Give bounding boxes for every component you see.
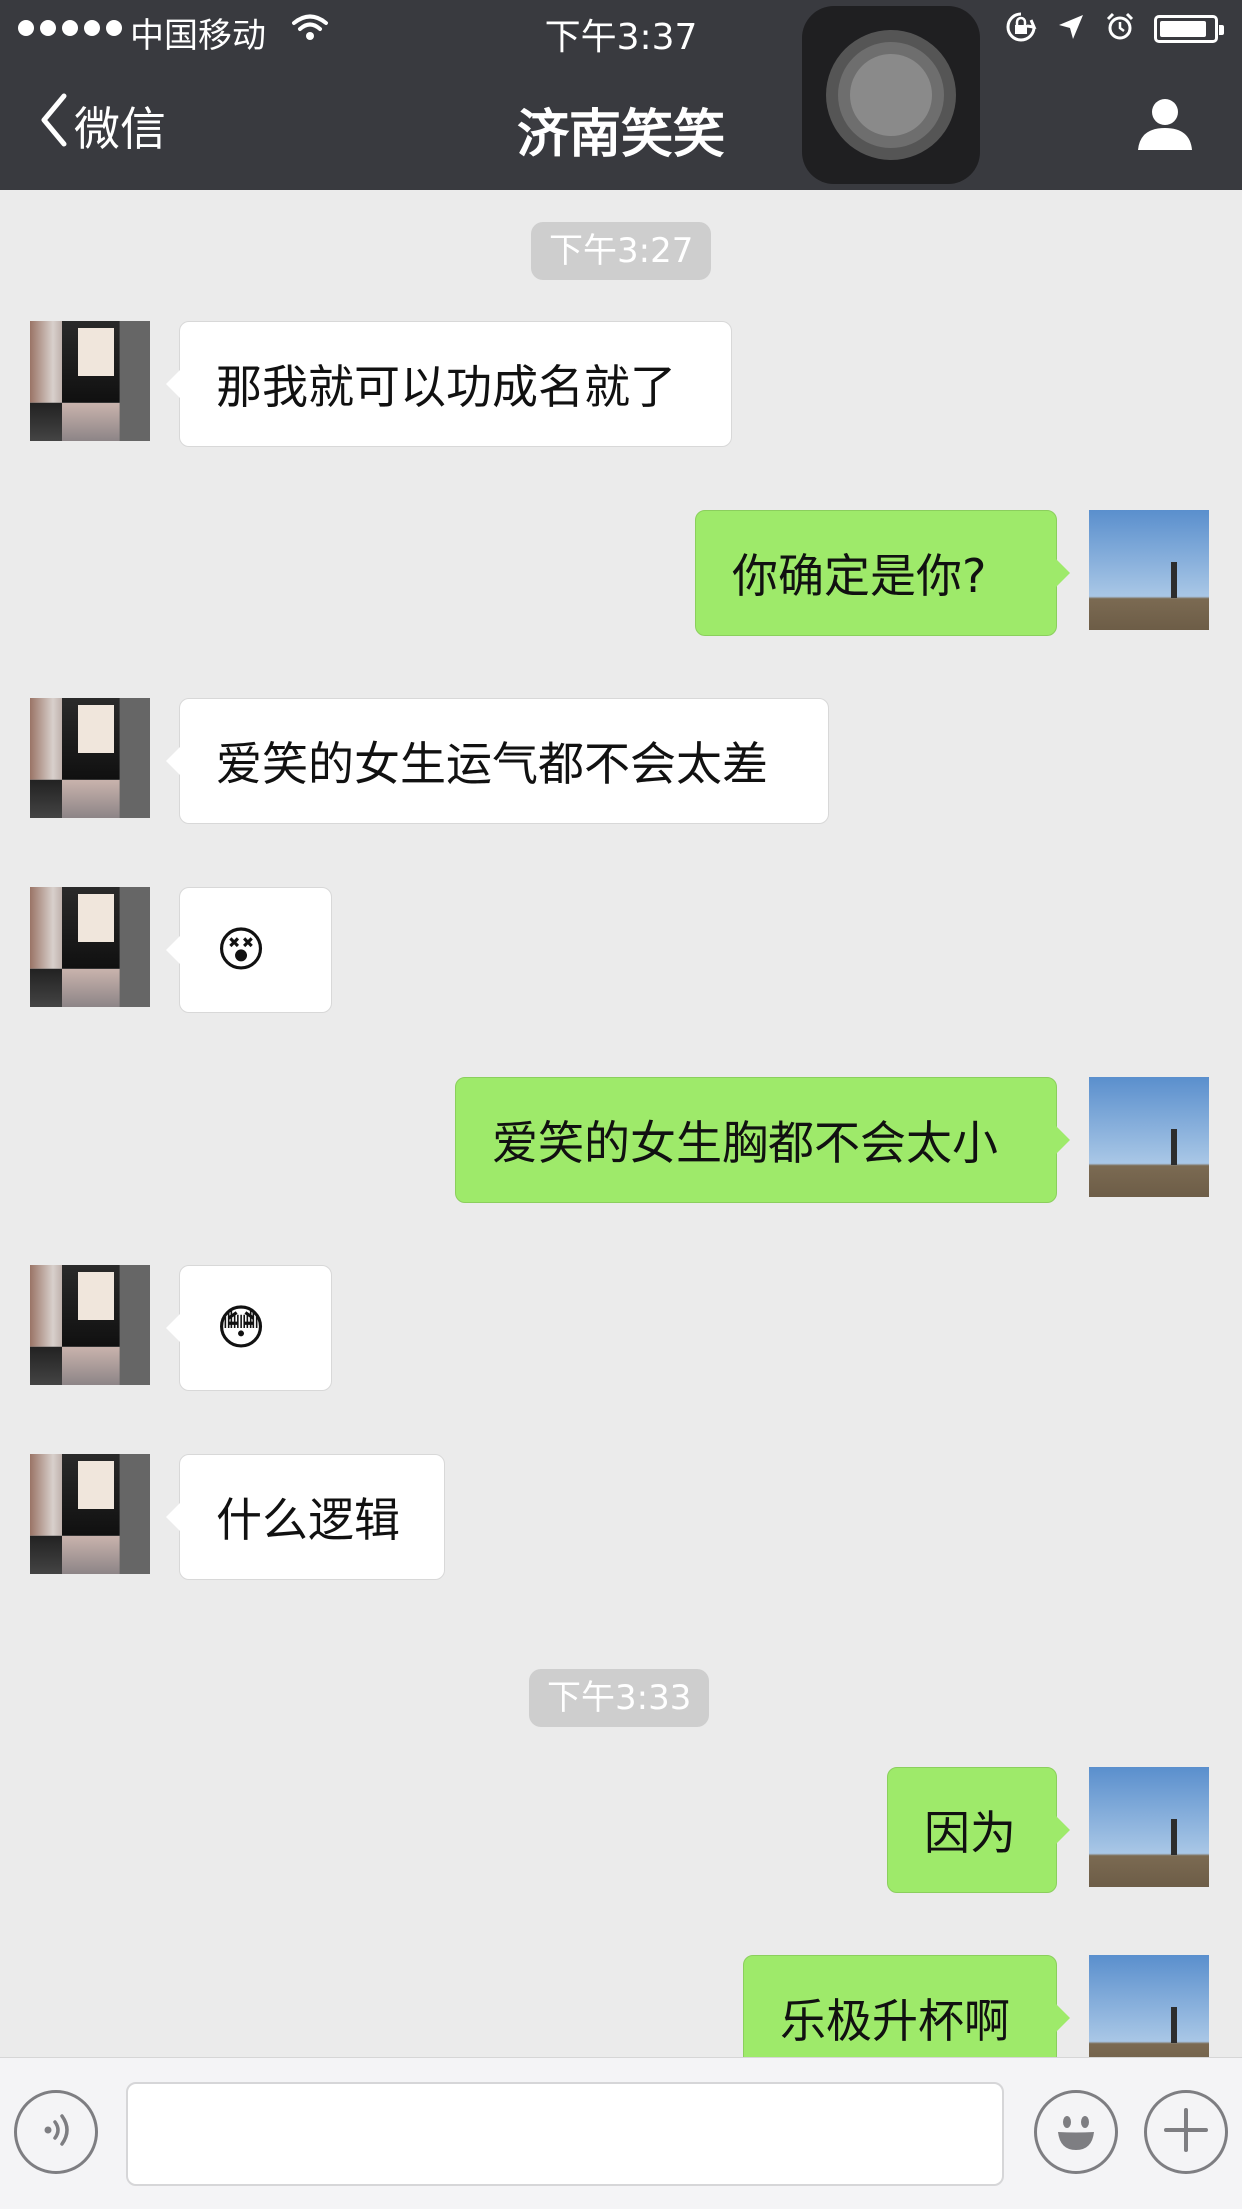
voice-icon xyxy=(34,2108,78,2156)
orientation-lock-icon xyxy=(1004,10,1038,48)
contact-avatar[interactable] xyxy=(30,887,150,1007)
message-bubble-incoming[interactable]: 爱笑的女生运气都不会太差 xyxy=(166,698,829,824)
emoji-icon xyxy=(1046,2100,1106,2164)
assistive-touch-button[interactable] xyxy=(802,6,980,184)
contact-avatar[interactable] xyxy=(30,698,150,818)
timestamp: 下午3:33 xyxy=(529,1669,710,1727)
alarm-icon xyxy=(1104,11,1136,47)
chat-title: 济南笑笑 xyxy=(516,105,725,165)
message-bubble-outgoing[interactable]: 因为 xyxy=(887,1767,1070,1893)
my-avatar[interactable] xyxy=(1089,510,1209,630)
contact-avatar[interactable] xyxy=(30,1265,150,1385)
navigation-header: 中国移动 下午3:37 微信 济南笑笑 xyxy=(0,0,1242,190)
timestamp: 下午3:27 xyxy=(531,222,712,280)
my-avatar[interactable] xyxy=(1089,1955,1209,2057)
contact-profile-button[interactable] xyxy=(1136,96,1194,156)
message-bubble-outgoing[interactable]: 爱笑的女生胸都不会太小 xyxy=(455,1077,1070,1203)
contact-avatar[interactable] xyxy=(30,321,150,441)
status-bar: 中国移动 下午3:37 xyxy=(0,0,1242,60)
my-avatar[interactable] xyxy=(1089,1077,1209,1197)
message-bubble-incoming[interactable]: 😵 xyxy=(166,887,332,1013)
location-arrow-icon xyxy=(1056,12,1086,46)
emoji-button[interactable] xyxy=(1034,2090,1118,2174)
chat-input-bar xyxy=(0,2057,1242,2209)
more-options-button[interactable] xyxy=(1144,2090,1228,2174)
message-bubble-incoming[interactable]: 什么逻辑 xyxy=(166,1454,445,1580)
contact-avatar[interactable] xyxy=(30,1454,150,1574)
message-input[interactable] xyxy=(126,2082,1004,2186)
my-avatar[interactable] xyxy=(1089,1767,1209,1887)
person-icon xyxy=(1136,99,1194,156)
message-bubble-incoming[interactable]: 😳 xyxy=(166,1265,332,1391)
voice-input-button[interactable] xyxy=(14,2090,98,2174)
message-bubble-outgoing[interactable]: 你确定是你? xyxy=(695,510,1070,636)
message-bubble-outgoing[interactable]: 乐极升杯啊 xyxy=(743,1955,1070,2057)
plus-icon xyxy=(1162,2106,1210,2158)
battery-icon xyxy=(1154,15,1224,43)
message-bubble-incoming[interactable]: 那我就可以功成名就了 xyxy=(166,321,732,447)
chat-message-list[interactable]: 下午3:27 那我就可以功成名就了 你确定是你? 爱笑的女生运气都不会太差 😵 … xyxy=(0,190,1242,2057)
